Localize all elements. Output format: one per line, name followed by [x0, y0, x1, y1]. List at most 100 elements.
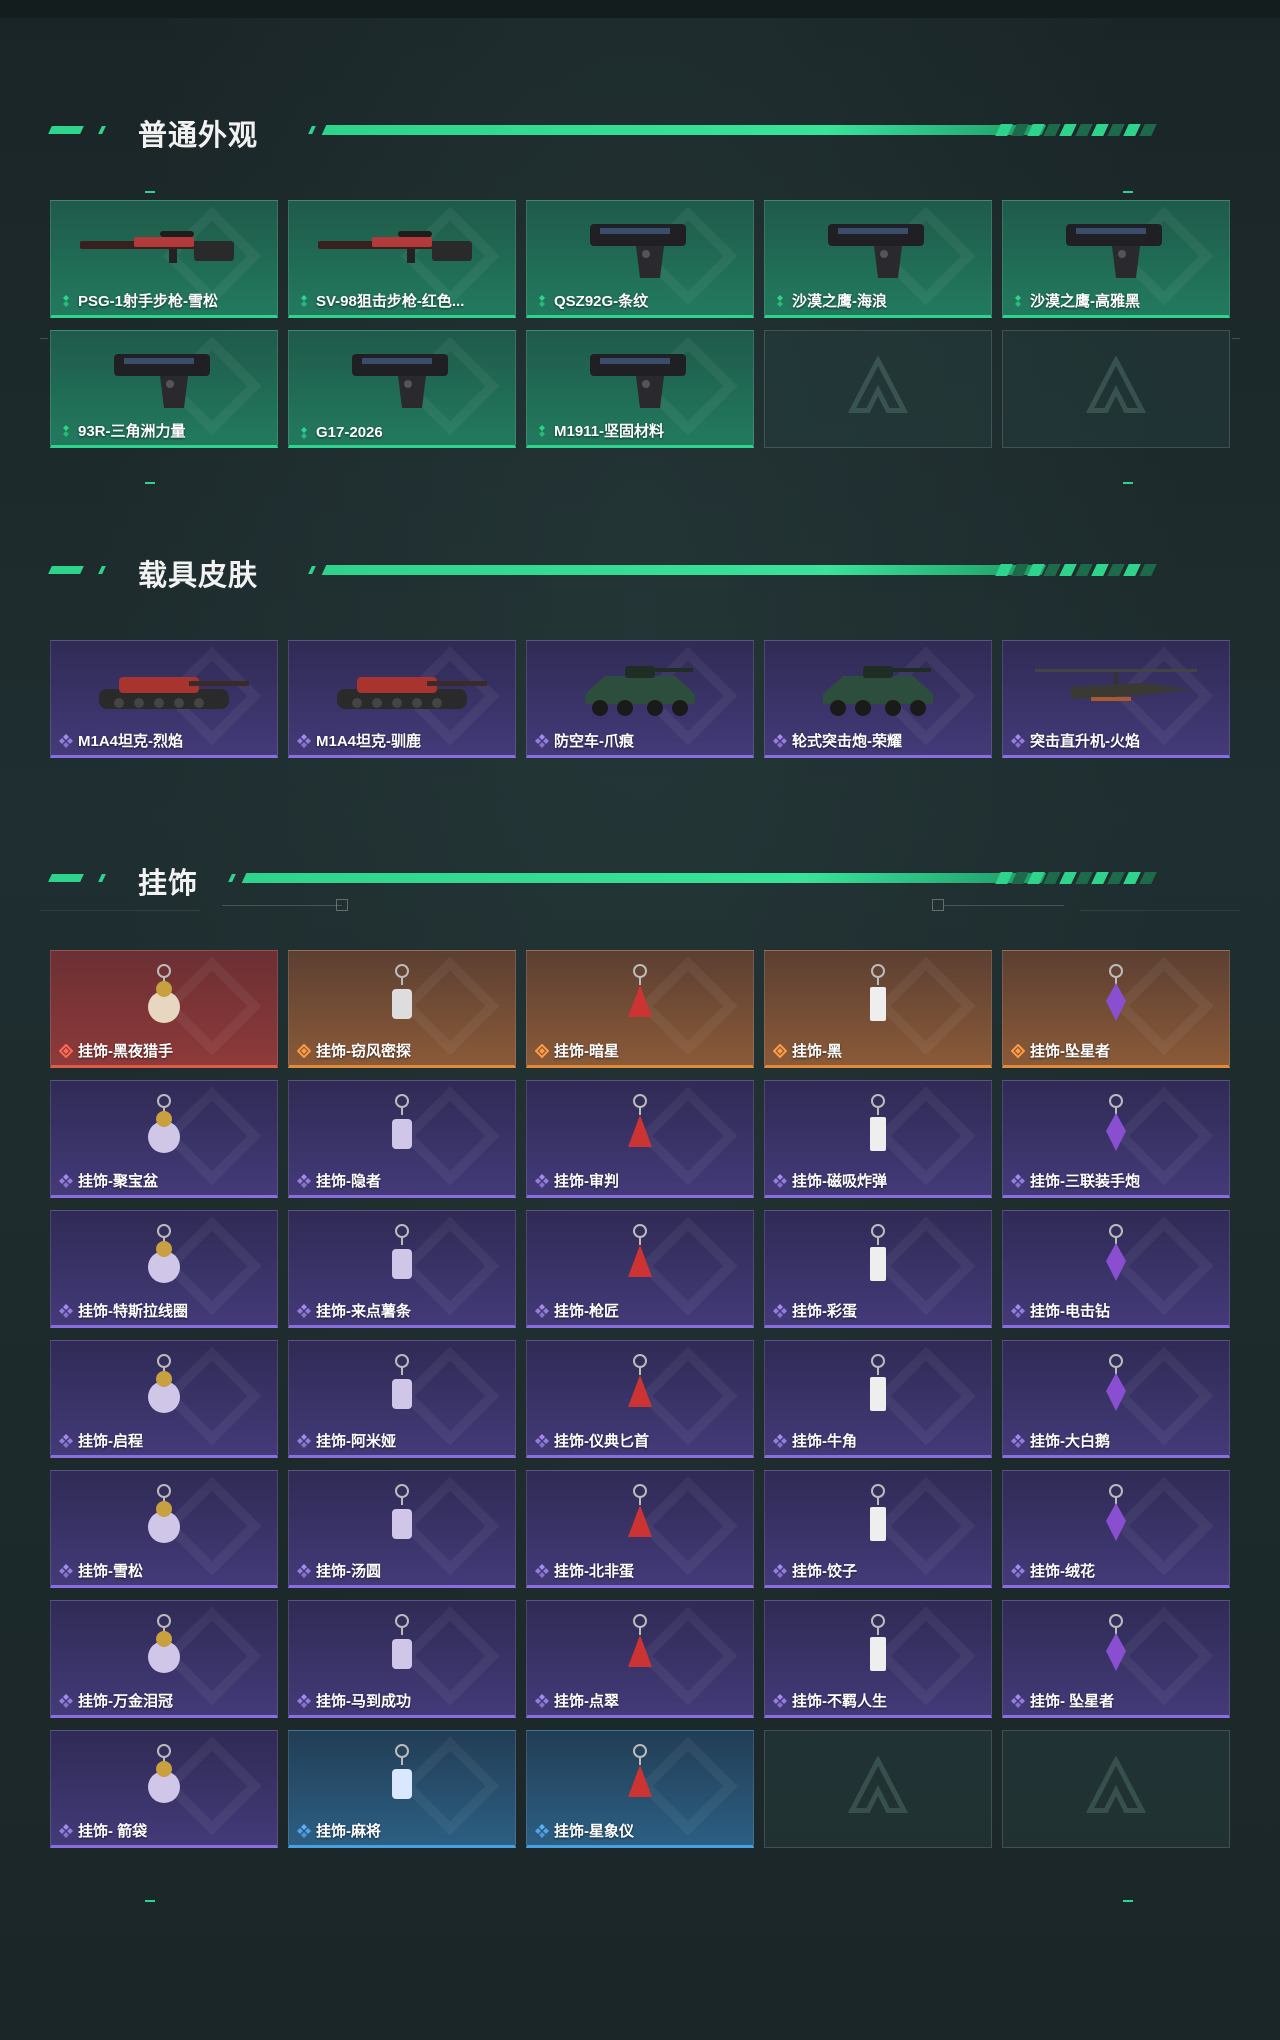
header-dash [48, 126, 84, 134]
item-name: 挂饰-黑 [792, 1043, 842, 1060]
charm-card[interactable]: 挂饰- 箭袋 [50, 1730, 278, 1848]
charm-card[interactable]: 挂饰-电击钻 [1002, 1210, 1230, 1328]
header-dash [228, 874, 236, 882]
charm-card[interactable]: 挂饰-暗星 [526, 950, 754, 1068]
rarity-icon [297, 426, 311, 440]
charm-card[interactable]: 挂饰-大白鹅 [1002, 1340, 1230, 1458]
charm-card[interactable]: 挂饰-隐者 [288, 1080, 516, 1198]
divider [222, 905, 342, 906]
rarity-icon [1011, 1563, 1025, 1578]
section-header-charms: 挂饰 [48, 858, 1228, 900]
charm-card[interactable]: 挂饰-特斯拉线圈 [50, 1210, 278, 1328]
charm-card[interactable]: 挂饰-三联装手炮 [1002, 1080, 1230, 1198]
charm-card[interactable]: 挂饰-万金泪冠 [50, 1600, 278, 1718]
charm-card[interactable]: 挂饰-坠星者 [1002, 950, 1230, 1068]
charm-card[interactable]: 挂饰-雪松 [50, 1470, 278, 1588]
charm-card[interactable]: 挂饰-星象仪 [526, 1730, 754, 1848]
charm-icon [550, 1089, 730, 1169]
rarity-icon [59, 294, 73, 308]
divider [944, 905, 1064, 906]
charm-card[interactable]: 挂饰-磁吸炸弹 [764, 1080, 992, 1198]
rarity-icon [297, 1303, 311, 1318]
item-name: 防空车-爪痕 [554, 733, 634, 750]
vehicle-card[interactable]: M1A4坦克-烈焰 [50, 640, 278, 758]
tank-icon [312, 649, 492, 729]
item-name: 挂饰-马到成功 [316, 1693, 411, 1710]
item-name: 挂饰-星象仪 [554, 1823, 634, 1840]
corner-tick [1123, 482, 1133, 484]
charm-icon [788, 1609, 968, 1689]
charm-card[interactable]: 挂饰-牛角 [764, 1340, 992, 1458]
header-dash [98, 126, 106, 134]
card-label: 挂饰-窃风密探 [297, 1040, 411, 1061]
card-label: 挂饰- 箭袋 [59, 1820, 147, 1841]
charm-icon [550, 959, 730, 1039]
item-name: 挂饰-麻将 [316, 1823, 381, 1840]
section-title: 普通外观 [138, 118, 259, 152]
card-label: 挂饰-不羁人生 [773, 1690, 887, 1711]
card-label: 挂饰-仪典匕首 [535, 1430, 649, 1451]
header-checker [995, 124, 1157, 136]
charm-card[interactable]: 挂饰-不羁人生 [764, 1600, 992, 1718]
vehicle-card[interactable]: M1A4坦克-驯鹿 [288, 640, 516, 758]
charm-card[interactable]: 挂饰-来点薯条 [288, 1210, 516, 1328]
charm-icon [550, 1219, 730, 1299]
weapon-card[interactable]: 沙漠之鹰-高雅黑 [1002, 200, 1230, 318]
charm-card[interactable]: 挂饰-汤圆 [288, 1470, 516, 1588]
item-name: G17-2026 [316, 424, 383, 441]
card-label: 挂饰-磁吸炸弹 [773, 1170, 887, 1191]
card-label: 挂饰-审判 [535, 1170, 619, 1191]
vehicle-card[interactable]: 突击直升机-火焰 [1002, 640, 1230, 758]
charm-card[interactable]: 挂饰-聚宝盆 [50, 1080, 278, 1198]
card-label: 挂饰-三联装手炮 [1011, 1170, 1140, 1191]
pistol-icon [312, 339, 492, 419]
charm-card[interactable]: 挂饰-阿米娅 [288, 1340, 516, 1458]
rarity-icon [535, 1433, 549, 1448]
item-name: 挂饰-窃风密探 [316, 1043, 411, 1060]
weapon-card[interactable]: M1911-坚固材料 [526, 330, 754, 448]
charm-icon [788, 959, 968, 1039]
rarity-icon [773, 1433, 787, 1448]
charm-card[interactable]: 挂饰-启程 [50, 1340, 278, 1458]
charm-card[interactable]: 挂饰-黑夜猎手 [50, 950, 278, 1068]
helicopter-icon [1026, 649, 1206, 729]
vehicle-card[interactable]: 轮式突击炮-荣耀 [764, 640, 992, 758]
rarity-icon [59, 1303, 73, 1318]
charm-card[interactable]: 挂饰-黑 [764, 950, 992, 1068]
charm-card[interactable]: 挂饰- 坠星者 [1002, 1600, 1230, 1718]
weapon-card[interactable]: QSZ92G-条纹 [526, 200, 754, 318]
rarity-icon [535, 1303, 549, 1318]
rarity-icon [59, 733, 73, 748]
rarity-icon [773, 294, 787, 308]
item-name: 挂饰-特斯拉线圈 [78, 1303, 188, 1320]
charm-card[interactable]: 挂饰-绒花 [1002, 1470, 1230, 1588]
rarity-icon [535, 733, 549, 748]
weapon-card[interactable]: SV-98狙击步枪-红色... [288, 200, 516, 318]
vehicle-card[interactable]: 防空车-爪痕 [526, 640, 754, 758]
rarity-icon [535, 1823, 549, 1838]
weapon-card[interactable]: G17-2026 [288, 330, 516, 448]
charm-card[interactable]: 挂饰-仪典匕首 [526, 1340, 754, 1458]
weapon-card[interactable]: PSG-1射手步枪-雪松 [50, 200, 278, 318]
charm-card[interactable]: 挂饰-点翠 [526, 1600, 754, 1718]
charm-card[interactable]: 挂饰-麻将 [288, 1730, 516, 1848]
card-label: 挂饰-枪匠 [535, 1300, 619, 1321]
rarity-icon [773, 733, 787, 748]
item-name: 挂饰- 箭袋 [78, 1823, 148, 1840]
weapon-card[interactable]: 沙漠之鹰-海浪 [764, 200, 992, 318]
rarity-icon [773, 1563, 787, 1578]
rarity-icon [297, 1563, 311, 1578]
card-label: 挂饰-黑 [773, 1040, 842, 1061]
divider [40, 910, 200, 911]
charm-card[interactable]: 挂饰-审判 [526, 1080, 754, 1198]
charm-card[interactable]: 挂饰-彩蛋 [764, 1210, 992, 1328]
charm-card[interactable]: 挂饰-北非蛋 [526, 1470, 754, 1588]
charm-card[interactable]: 挂饰-马到成功 [288, 1600, 516, 1718]
charm-card[interactable]: 挂饰-窃风密探 [288, 950, 516, 1068]
weapon-card[interactable]: 93R-三角洲力量 [50, 330, 278, 448]
item-name: 挂饰-磁吸炸弹 [792, 1173, 887, 1190]
item-name: 挂饰-坠星者 [1030, 1043, 1110, 1060]
tank-icon [74, 649, 254, 729]
charm-card[interactable]: 挂饰-枪匠 [526, 1210, 754, 1328]
charm-card[interactable]: 挂饰-饺子 [764, 1470, 992, 1588]
